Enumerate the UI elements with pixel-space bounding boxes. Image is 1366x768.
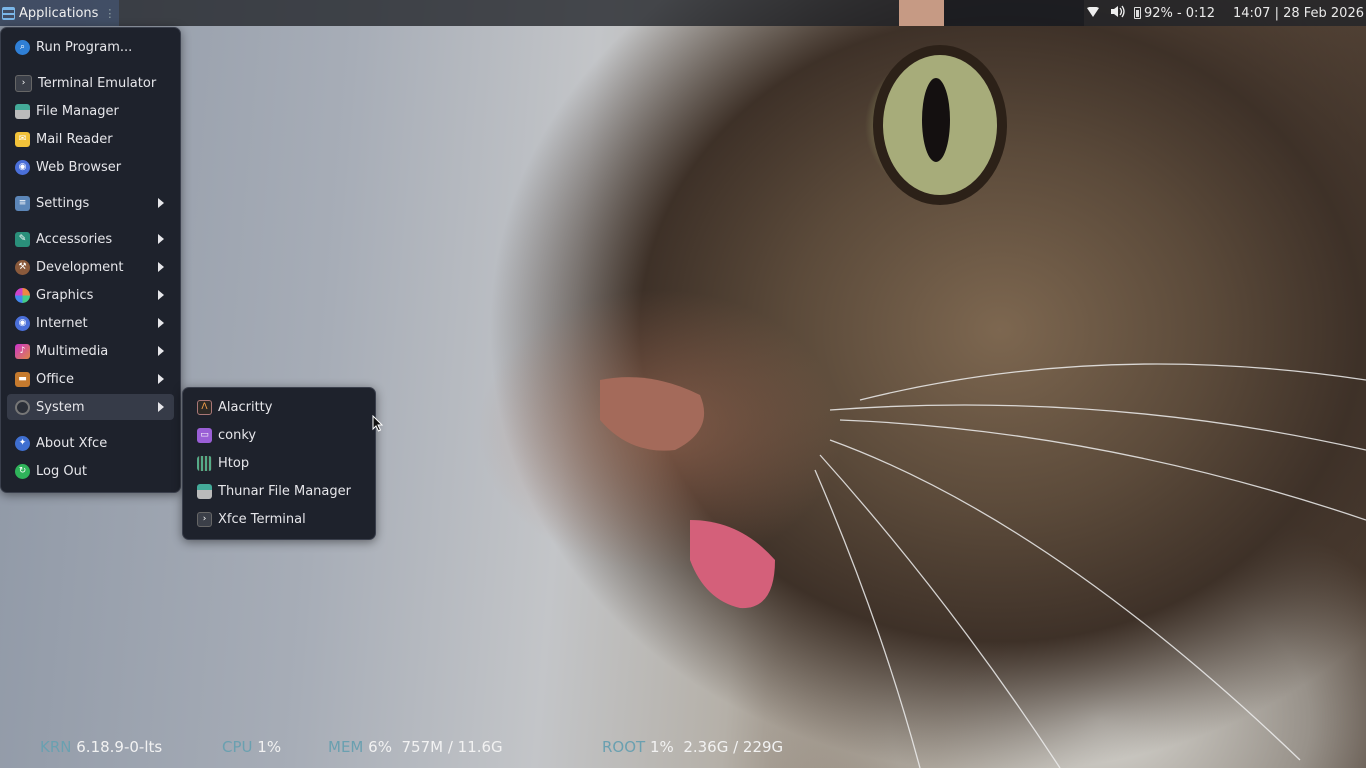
menu-item-label: About Xfce	[36, 435, 108, 451]
menu-item-file-manager[interactable]: File Manager	[7, 98, 174, 124]
submenu-arrow-icon	[158, 290, 164, 300]
menu-item-settings[interactable]: ≡ Settings	[7, 190, 174, 216]
graphics-icon	[15, 287, 30, 303]
menu-item-label: Run Program...	[36, 39, 133, 55]
menu-item-label: Graphics	[36, 287, 94, 303]
submenu-arrow-icon	[158, 374, 164, 384]
battery-icon	[1133, 7, 1141, 19]
thunar-icon	[197, 483, 212, 499]
workspace-switcher[interactable]	[944, 0, 1084, 26]
office-icon: ▬	[15, 371, 30, 387]
menu-item-label: Internet	[36, 315, 88, 331]
menu-item-multimedia[interactable]: ♪ Multimedia	[7, 338, 174, 364]
settings-icon: ≡	[15, 195, 30, 211]
wifi-icon[interactable]	[1086, 6, 1100, 21]
menu-item-label: Development	[36, 259, 124, 275]
menu-item-office[interactable]: ▬ Office	[7, 366, 174, 392]
menu-item-label: File Manager	[36, 103, 119, 119]
development-icon: ⚒	[15, 259, 30, 275]
battery-text: 92% - 0:12	[1143, 5, 1215, 21]
submenu-item-label: Thunar File Manager	[218, 483, 351, 499]
xfce-icon: ✦	[15, 435, 30, 451]
conky-label: ROOT	[602, 738, 646, 756]
alacritty-icon: Λ	[197, 399, 212, 415]
menu-item-terminal-emulator[interactable]: › Terminal Emulator	[7, 70, 174, 96]
clock[interactable]: 14:07 | 28 Feb 2026	[1233, 6, 1364, 21]
conky-root: ROOT 1% 2.36G / 229G	[602, 738, 783, 756]
system-submenu: Λ Alacritty ▭ conky Htop Thunar File Man…	[182, 387, 376, 540]
workspace-1-thumbnail[interactable]	[899, 0, 944, 26]
conky-icon: ▭	[197, 427, 212, 443]
applications-label: Applications	[19, 5, 99, 21]
conky-value: 1%	[257, 738, 282, 756]
conky-value: 6.18.9-0-lts	[76, 738, 163, 756]
menu-item-graphics[interactable]: Graphics	[7, 282, 174, 308]
desktop-wallpaper	[0, 0, 1366, 768]
conky-cpu: CPU 1%	[222, 738, 281, 756]
terminal-icon: ›	[197, 511, 212, 527]
submenu-item-label: conky	[218, 427, 257, 443]
multimedia-icon: ♪	[15, 343, 30, 359]
menu-item-about-xfce[interactable]: ✦ About Xfce	[7, 430, 174, 456]
menu-item-label: Multimedia	[36, 343, 109, 359]
submenu-item-htop[interactable]: Htop	[189, 450, 369, 476]
system-icon	[15, 399, 30, 415]
conky-label: MEM	[328, 738, 364, 756]
menu-item-development[interactable]: ⚒ Development	[7, 254, 174, 280]
file-manager-icon	[15, 103, 30, 119]
menu-item-label: Office	[36, 371, 74, 387]
system-tray: 92% - 0:12 14:07 | 28 Feb 2026	[1086, 0, 1364, 26]
conky-label: KRN	[40, 738, 72, 756]
submenu-item-label: Xfce Terminal	[218, 511, 306, 527]
applications-menu-button[interactable]: Applications ⋮	[0, 0, 120, 26]
terminal-icon: ›	[15, 74, 32, 92]
submenu-item-label: Htop	[218, 455, 250, 471]
conky-value: 6% 757M / 11.6G	[368, 738, 503, 756]
submenu-arrow-icon	[158, 234, 164, 244]
accessories-icon: ✎	[15, 231, 30, 247]
applications-icon	[2, 6, 15, 20]
mouse-cursor-icon	[372, 415, 384, 432]
menu-item-accessories[interactable]: ✎ Accessories	[7, 226, 174, 252]
conky-value: 1% 2.36G / 229G	[649, 738, 784, 756]
submenu-arrow-icon	[158, 318, 164, 328]
volume-icon[interactable]	[1110, 5, 1125, 22]
menu-item-label: System	[36, 399, 85, 415]
menu-item-log-out[interactable]: ↻ Log Out	[7, 458, 174, 484]
mail-icon: ✉	[15, 131, 30, 147]
submenu-item-thunar[interactable]: Thunar File Manager	[189, 478, 369, 504]
menu-item-label: Settings	[36, 195, 90, 211]
submenu-arrow-icon	[158, 346, 164, 356]
conky-memory: MEM 6% 757M / 11.6G	[328, 738, 503, 756]
battery-indicator[interactable]: 92% - 0:12	[1133, 5, 1215, 21]
menu-item-label: Log Out	[36, 463, 87, 479]
menu-item-run-program[interactable]: ⌕ Run Program...	[7, 34, 174, 60]
run-icon: ⌕	[15, 39, 30, 55]
menu-item-label: Terminal Emulator	[38, 75, 157, 91]
submenu-item-conky[interactable]: ▭ conky	[189, 422, 369, 448]
browser-icon: ◉	[15, 159, 30, 175]
conky-kernel: KRN 6.18.9-0-lts	[40, 738, 162, 756]
menu-item-mail-reader[interactable]: ✉ Mail Reader	[7, 126, 174, 152]
htop-icon	[197, 455, 212, 471]
submenu-arrow-icon	[158, 198, 164, 208]
cat-illustration	[600, 45, 1366, 768]
menu-item-label: Web Browser	[36, 159, 122, 175]
menu-item-label: Mail Reader	[36, 131, 113, 147]
top-panel: Applications ⋮ 92% - 0:12 14:07 | 28 Feb…	[0, 0, 1366, 26]
menu-item-label: Accessories	[36, 231, 113, 247]
submenu-item-alacritty[interactable]: Λ Alacritty	[189, 394, 369, 420]
conky-label: CPU	[222, 738, 253, 756]
submenu-arrow-icon	[158, 402, 164, 412]
menu-item-internet[interactable]: ◉ Internet	[7, 310, 174, 336]
applications-menu: ⌕ Run Program... › Terminal Emulator Fil…	[0, 27, 181, 493]
menu-item-system[interactable]: System	[7, 394, 174, 420]
internet-icon: ◉	[15, 315, 30, 331]
submenu-arrow-icon	[158, 262, 164, 272]
menu-item-web-browser[interactable]: ◉ Web Browser	[7, 154, 174, 180]
logout-icon: ↻	[15, 463, 30, 479]
submenu-item-label: Alacritty	[218, 399, 273, 415]
submenu-item-xfce-terminal[interactable]: › Xfce Terminal	[189, 506, 369, 532]
panel-handle-icon[interactable]: ⋮	[104, 7, 115, 20]
